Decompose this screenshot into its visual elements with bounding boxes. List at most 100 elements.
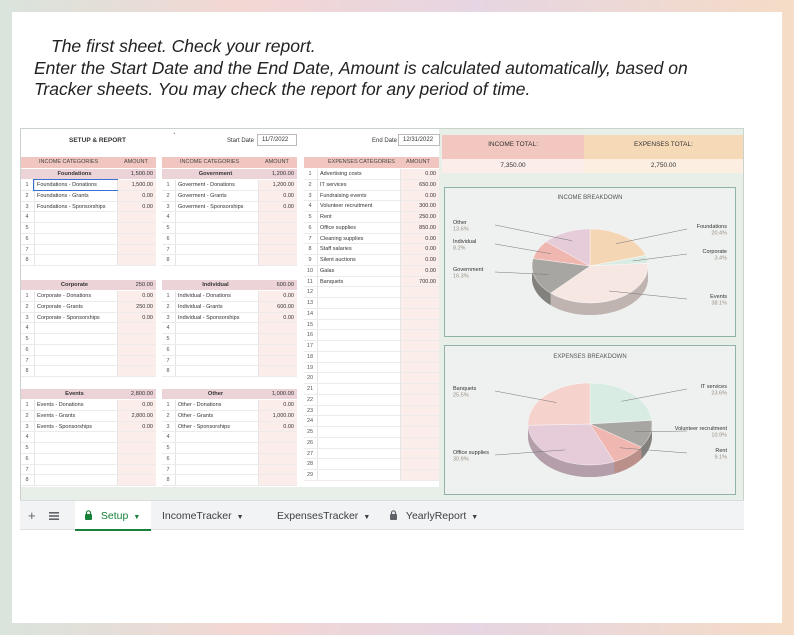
table-row[interactable]: 3 Goverment - Sponsorships 0.00 [162,201,297,213]
amount-cell[interactable] [258,255,297,265]
amount-cell[interactable]: 1,000.00 [258,410,297,421]
amount-cell[interactable] [117,366,156,376]
amount-cell[interactable] [258,464,297,475]
table-row[interactable]: 5 [21,443,156,454]
category-cell[interactable] [175,344,258,355]
table-row[interactable]: 10 Galas 0.00 [304,265,439,277]
tab-expensestracker[interactable]: ExpensesTracker ▼ [277,501,370,531]
category-cell[interactable]: Volunteer recruitment [317,201,398,211]
table-row[interactable]: 4 [21,323,156,334]
table-row[interactable]: 20 [304,373,439,384]
amount-cell[interactable] [117,475,156,485]
amount-cell[interactable] [258,223,297,233]
table-row[interactable]: 2 Events - Grants 2,800.00 [21,410,156,422]
table-row[interactable]: 4 [162,323,297,334]
category-cell[interactable]: Banquets [317,276,398,287]
category-cell[interactable] [34,344,117,355]
amount-cell[interactable]: 0.00 [400,265,439,276]
amount-cell[interactable]: 250.00 [400,212,439,222]
table-row[interactable]: 8 [21,366,156,377]
amount-cell[interactable]: 300.00 [400,201,439,211]
table-row[interactable]: 3 Fundraising events 0.00 [304,190,439,202]
amount-cell[interactable]: 0.00 [117,312,156,323]
amount-cell[interactable] [400,308,439,319]
table-row[interactable]: 4 [21,212,156,223]
amount-cell[interactable]: 0.00 [400,255,439,265]
table-row[interactable]: 6 [21,233,156,245]
amount-cell[interactable] [400,470,439,480]
table-row[interactable]: 8 [21,255,156,266]
table-row[interactable]: 4 [21,432,156,443]
table-row[interactable]: 5 [162,334,297,345]
table-row[interactable]: 1 Foundations - Donations 1,500.00 [21,179,156,191]
category-cell[interactable]: Corporate - Donations [34,291,117,301]
amount-cell[interactable] [258,355,297,366]
category-cell[interactable]: Corporate - Grants [34,301,117,312]
category-cell[interactable]: Foundations - Grants [34,190,117,201]
table-row[interactable]: 1 Other - Donations 0.00 [162,400,297,411]
table-row[interactable]: 2 IT services 650.00 [304,179,439,191]
amount-cell[interactable]: 0.00 [258,400,297,410]
category-cell[interactable] [175,323,258,333]
amount-cell[interactable] [117,244,156,255]
amount-cell[interactable] [400,362,439,373]
table-row[interactable]: 1 Corporate - Donations 0.00 [21,291,156,302]
amount-cell[interactable]: 1,500.00 [117,180,156,190]
amount-cell[interactable]: 0.00 [258,201,297,212]
chevron-down-icon[interactable]: ▼ [237,514,244,521]
category-cell[interactable] [34,244,117,255]
amount-cell[interactable] [400,437,439,448]
amount-cell[interactable] [117,464,156,475]
table-row[interactable]: 5 [162,443,297,454]
category-cell[interactable] [175,355,258,366]
tab-setup[interactable]: Setup ▼ [75,501,151,531]
category-cell[interactable]: Advertising costs [317,169,398,179]
category-cell[interactable] [317,308,398,319]
table-row[interactable]: 14 [304,308,439,320]
plus-icon[interactable]: + [28,501,36,531]
table-row[interactable]: 2 Foundations - Grants 0.00 [21,190,156,202]
amount-cell[interactable]: 650.00 [400,179,439,190]
amount-cell[interactable]: 250.00 [117,301,156,312]
amount-cell[interactable] [258,334,297,344]
tab-yearlyreport[interactable]: YearlyReport ▼ [389,501,478,531]
amount-cell[interactable] [400,394,439,405]
table-row[interactable]: 2 Other - Grants 1,000.00 [162,410,297,422]
category-cell[interactable]: Goverment - Grants [175,190,258,201]
chevron-down-icon[interactable]: ▼ [471,514,478,521]
amount-cell[interactable] [400,427,439,437]
amount-cell[interactable]: 0.00 [400,233,439,244]
category-cell[interactable] [34,453,117,464]
amount-cell[interactable]: 0.00 [258,291,297,301]
amount-cell[interactable] [400,351,439,362]
table-row[interactable]: 3 Individual - Sponsorships 0.00 [162,312,297,324]
category-cell[interactable]: Corporate - Sponsorships [34,312,117,323]
table-row[interactable]: 2 Goverment - Grants 0.00 [162,190,297,202]
category-cell[interactable]: Individual - Sponsorships [175,312,258,323]
table-row[interactable]: 3 Other - Sponsorships 0.00 [162,421,297,433]
amount-cell[interactable] [117,223,156,233]
amount-cell[interactable] [117,443,156,453]
category-cell[interactable] [175,443,258,453]
table-row[interactable]: 22 [304,394,439,406]
table-row[interactable]: 19 [304,362,439,374]
table-row[interactable]: 18 [304,351,439,363]
table-row[interactable]: 3 Corporate - Sponsorships 0.00 [21,312,156,324]
category-cell[interactable] [34,255,117,265]
category-cell[interactable]: Individual - Grants [175,301,258,312]
end-date-field[interactable]: 12/31/2022 [398,134,440,146]
table-row[interactable]: 28 [304,459,439,470]
category-cell[interactable] [34,475,117,485]
table-row[interactable]: 2 Individual - Grants 600.00 [162,301,297,313]
category-cell[interactable] [175,233,258,244]
category-cell[interactable]: Goverment - Donations [175,180,258,190]
category-cell[interactable]: Cleaning supplies [317,233,398,244]
table-row[interactable]: 7 [21,355,156,367]
category-cell[interactable] [317,384,398,394]
table-row[interactable]: 1 Advertising costs 0.00 [304,169,439,180]
table-row[interactable]: 24 [304,416,439,427]
table-row[interactable]: 23 [304,405,439,417]
table-row[interactable]: 17 [304,341,439,352]
table-row[interactable]: 1 Goverment - Donations 1,200.00 [162,180,297,191]
amount-cell[interactable]: 0.00 [400,244,439,254]
